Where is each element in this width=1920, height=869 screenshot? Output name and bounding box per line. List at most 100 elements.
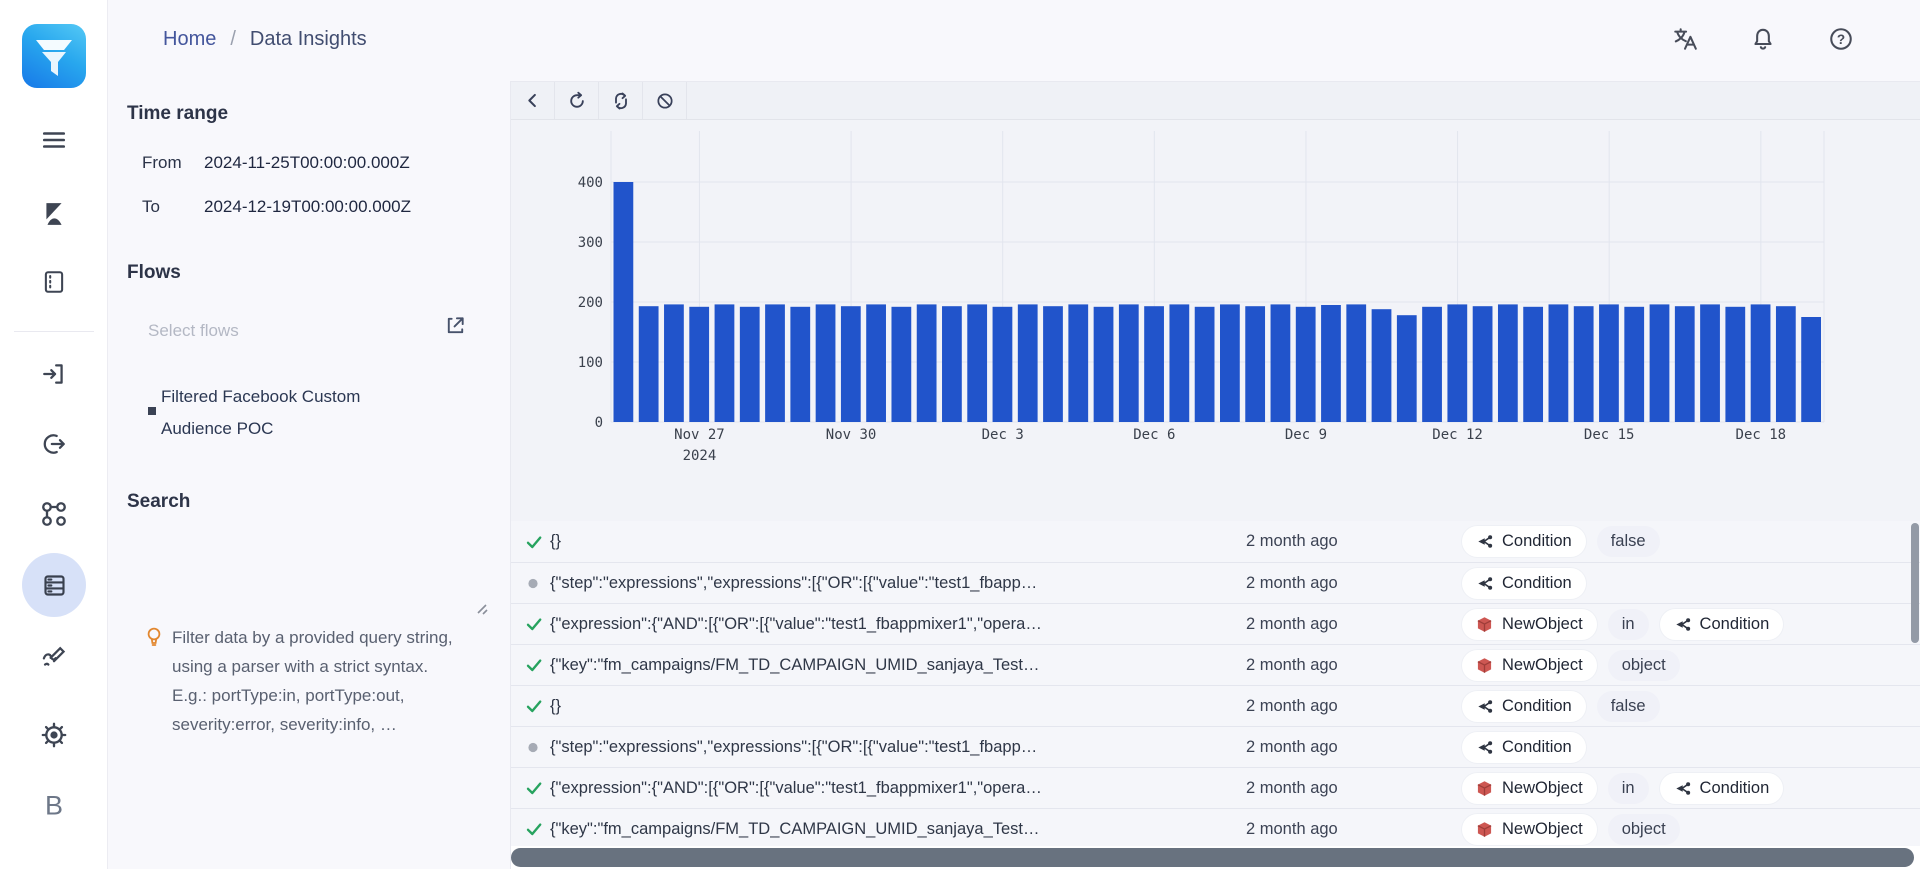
table-row[interactable]: {}2 month agoConditionfalse	[511, 521, 1920, 562]
row-badges: Condition	[1462, 732, 1586, 763]
condition-badge[interactable]: Condition	[1462, 691, 1586, 722]
data-insights-app: B Home / Data Insights ?	[0, 0, 1920, 869]
select-flows-input[interactable]: Select flows	[148, 321, 239, 341]
search-input[interactable]	[127, 521, 499, 611]
sign-in-icon[interactable]	[41, 361, 67, 387]
horizontal-scrollbar-track[interactable]	[511, 846, 1920, 869]
row-badges: NewObject in Condition	[1462, 773, 1783, 804]
search-hint-text: Filter data by a provided query string, …	[172, 623, 462, 739]
status-success	[524, 778, 550, 798]
signature-edit-icon[interactable]	[41, 642, 68, 669]
value-badge[interactable]: false	[1597, 526, 1660, 557]
back-button[interactable]	[511, 82, 555, 119]
value-badge[interactable]: false	[1597, 691, 1660, 722]
status-success	[524, 655, 550, 675]
time-to-row[interactable]: To 2024-12-19T00:00:00.000Z	[142, 197, 411, 217]
table-row[interactable]: {"key":"fm_campaigns/FM_TD_CAMPAIGN_UMID…	[511, 808, 1920, 849]
from-label: From	[142, 153, 204, 173]
table-row[interactable]: {}2 month agoConditionfalse	[511, 685, 1920, 726]
open-external-icon[interactable]	[444, 314, 467, 342]
flow-graph-icon[interactable]	[40, 500, 68, 528]
condition-badge[interactable]: Condition	[1462, 568, 1586, 599]
value-badge[interactable]: object	[1608, 814, 1680, 845]
breadcrumb-home-link[interactable]: Home	[163, 28, 216, 51]
row-json-text: {"step":"expressions","expressions":[{"O…	[550, 574, 1210, 593]
value-badge[interactable]: in	[1608, 609, 1649, 640]
condition-badge[interactable]: Condition	[1462, 526, 1586, 557]
bar	[1043, 306, 1063, 422]
app-logo[interactable]	[22, 24, 86, 88]
condition-badge[interactable]: Condition	[1660, 773, 1784, 804]
bar	[1169, 304, 1189, 422]
notes-icon[interactable]	[41, 269, 67, 295]
bar	[1599, 304, 1619, 422]
translate-icon[interactable]	[1672, 26, 1698, 57]
from-value[interactable]: 2024-11-25T00:00:00.000Z	[204, 153, 410, 173]
value-badge[interactable]: in	[1608, 773, 1649, 804]
newobject-badge[interactable]: NewObject	[1462, 773, 1597, 804]
row-badges: Condition	[1462, 568, 1586, 599]
table-row[interactable]: {"key":"fm_campaigns/FM_TD_CAMPAIGN_UMID…	[511, 644, 1920, 685]
newobject-badge[interactable]: NewObject	[1462, 814, 1597, 845]
help-icon[interactable]: ?	[1828, 26, 1854, 57]
newobject-badge[interactable]: NewObject	[1462, 650, 1597, 681]
flow-bullet	[148, 407, 156, 415]
axis-label: Nov 30	[826, 427, 877, 443]
success-check-icon	[524, 532, 544, 552]
lightbulb-icon	[144, 626, 164, 739]
sign-out-icon[interactable]	[41, 431, 67, 457]
bar	[1498, 304, 1518, 422]
bar	[1119, 304, 1139, 422]
resize-handle-icon[interactable]	[474, 601, 488, 620]
horizontal-scrollbar-thumb[interactable]	[511, 848, 1914, 867]
flows-title: Flows	[127, 262, 181, 284]
kibana-icon[interactable]	[41, 201, 67, 227]
search-hint: Filter data by a provided query string, …	[144, 623, 462, 739]
badge-label: Condition	[1502, 697, 1572, 716]
axis-label: Dec 3	[982, 427, 1024, 443]
table-row[interactable]: {"expression":{"AND":[{"OR":[{"value":"t…	[511, 767, 1920, 808]
table-row[interactable]: {"step":"expressions","expressions":[{"O…	[511, 726, 1920, 767]
row-timestamp: 2 month ago	[1246, 738, 1446, 757]
bar	[1068, 304, 1088, 422]
badge-label: NewObject	[1502, 779, 1583, 798]
selected-flow-item[interactable]: Filtered Facebook Custom Audience POC	[148, 381, 406, 445]
events-table: {} 2 month ago Condition false {"step":"expr…	[511, 521, 1920, 849]
badge-label: false	[1611, 697, 1646, 716]
bar	[1346, 304, 1366, 422]
table-row[interactable]: {"step":"expressions","expressions":[{"O…	[511, 562, 1920, 603]
condition-badge[interactable]: Condition	[1462, 732, 1586, 763]
database-icon	[41, 572, 68, 599]
vertical-scrollbar[interactable]	[1911, 523, 1919, 643]
condition-badge[interactable]: Condition	[1660, 609, 1784, 640]
settings-gear-icon[interactable]	[40, 721, 68, 749]
badge-label: NewObject	[1502, 820, 1583, 839]
value-badge[interactable]: object	[1608, 650, 1680, 681]
icon-rail: B	[0, 0, 108, 869]
bar	[1422, 307, 1442, 422]
newobject-badge[interactable]: NewObject	[1462, 609, 1597, 640]
user-avatar-letter[interactable]: B	[45, 791, 63, 822]
bar	[1624, 307, 1644, 422]
badge-label: object	[1622, 820, 1666, 839]
table-row[interactable]: {"expression":{"AND":[{"OR":[{"value":"t…	[511, 603, 1920, 644]
sync-button[interactable]	[599, 82, 643, 119]
menu-icon[interactable]	[41, 127, 67, 153]
bar	[1447, 304, 1467, 422]
bar	[841, 306, 861, 422]
to-value[interactable]: 2024-12-19T00:00:00.000Z	[204, 197, 411, 217]
row-json-text: {}	[550, 697, 1210, 716]
disable-button[interactable]	[643, 82, 687, 119]
row-timestamp: 2 month ago	[1246, 656, 1446, 675]
axis-label: 200	[578, 295, 603, 311]
refresh-button[interactable]	[555, 82, 599, 119]
bar	[1094, 307, 1114, 422]
condition-branch-icon	[1476, 533, 1493, 550]
sidebar-item-data-insights[interactable]	[22, 553, 86, 617]
time-from-row[interactable]: From 2024-11-25T00:00:00.000Z	[142, 153, 410, 173]
badge-label: object	[1622, 656, 1666, 675]
condition-branch-icon	[1476, 575, 1493, 592]
notifications-bell-icon[interactable]	[1750, 26, 1776, 57]
bar	[1523, 307, 1543, 422]
row-badges: Condition false	[1462, 691, 1660, 722]
